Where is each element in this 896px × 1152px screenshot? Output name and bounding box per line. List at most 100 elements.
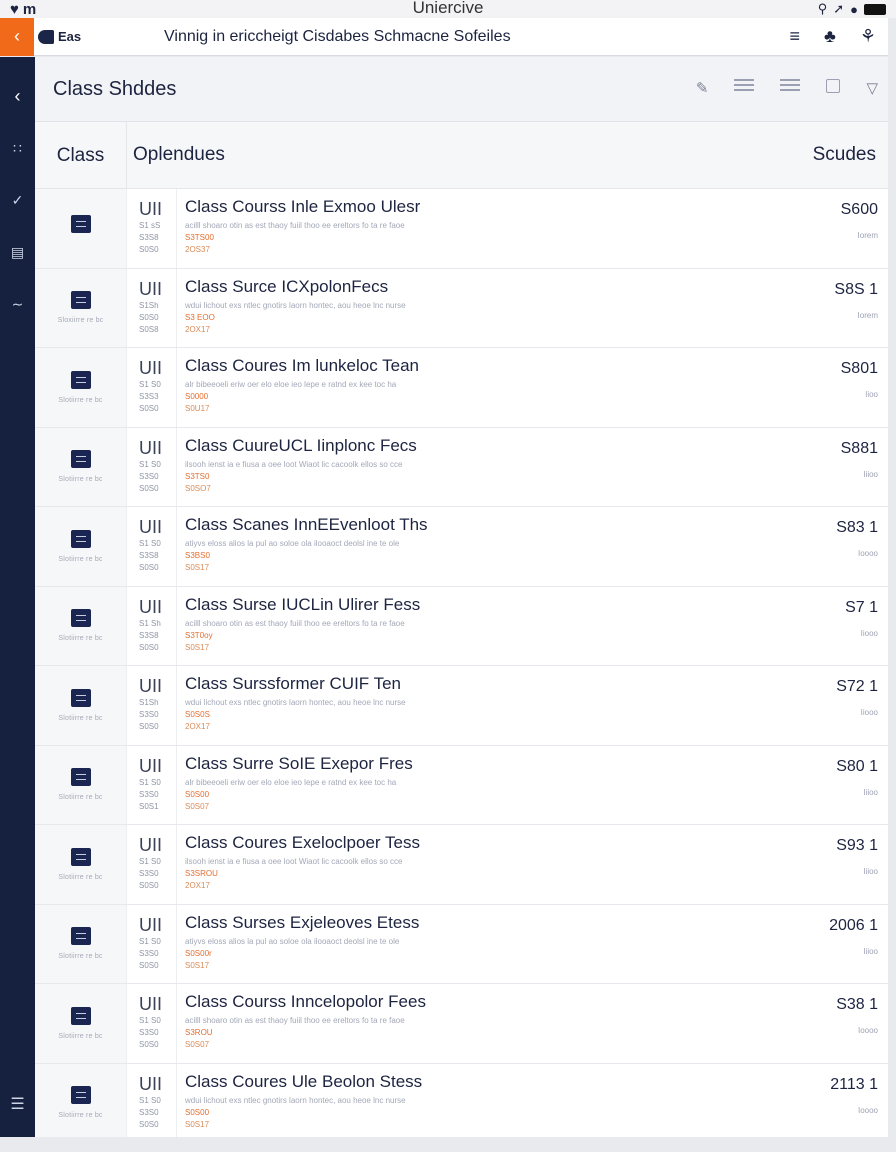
table-row[interactable]: Slotiirre re bc UII S1 S0 S3S0 S0S1 Clas… <box>35 745 888 825</box>
list-view-icon[interactable] <box>734 79 755 91</box>
table-row[interactable]: Slotiirre re bc UII S1 S0 S3S0 S0S0 Clas… <box>35 1063 888 1137</box>
course-description: atiyvs eloss alios la pul ao soloe ola i… <box>185 539 400 548</box>
course-icon <box>70 370 91 389</box>
row-info-cell: Class Surses Exjeleoves Etess atiyvs elo… <box>177 905 888 984</box>
course-tag-secondary: S0S07 <box>185 801 210 811</box>
course-sub-2: S0S0 <box>139 563 159 572</box>
table-row[interactable]: UII S1 sS S3S8 S0S0 Class Courss Inle Ex… <box>35 189 888 269</box>
course-sub-2: S0S0 <box>139 642 159 652</box>
course-title[interactable]: Class Surse IUCLin Ulirer Fess <box>185 595 888 615</box>
course-title[interactable]: Class Coures Ule Beolon Stess <box>185 1072 888 1092</box>
menu-icon[interactable]: ☰ <box>10 1091 24 1117</box>
course-icon <box>70 1006 91 1025</box>
icon-caption: Slotiirre re bc <box>58 476 103 484</box>
course-title[interactable]: Class Coures Exeloclpoer Tess <box>185 833 888 853</box>
column-header-details[interactable]: Oplendues <box>127 144 225 166</box>
course-tag: S3TS0 <box>185 471 210 481</box>
row-price-cell: S38 1 Ioooo <box>836 996 878 1035</box>
course-title[interactable]: Class Surce ICXpolonFecs <box>185 277 888 297</box>
table-row[interactable]: Slotiirre re bc UII S1 S0 S3S3 S0S0 Clas… <box>35 348 888 428</box>
row-price-cell: 2006 1 Iiioo <box>829 917 878 956</box>
table-row[interactable]: Slotiirre re bc UII S1 S0 S3S8 S0S0 Clas… <box>35 507 888 587</box>
course-code: UII <box>139 994 163 1014</box>
course-sub-1: S3S8 <box>139 551 159 560</box>
course-price: S80 1 <box>836 757 878 775</box>
course-sub-1: S0S0 <box>139 312 159 322</box>
row-code-cell: UII S1 S0 S3S8 S0S0 <box>127 507 177 586</box>
row-price-cell: S801 Iioo <box>841 360 878 399</box>
course-sub-2: S0S8 <box>139 324 159 334</box>
menu-icon[interactable]: ≡ <box>790 26 801 47</box>
course-title[interactable]: Class Surses Exjeleoves Etess <box>185 913 888 933</box>
row-info-cell: Class Courss Inncelopolor Fees acilll sh… <box>177 984 888 1063</box>
course-tag-secondary: S0S17 <box>185 960 210 970</box>
course-title[interactable]: Class Courss Inle Exmoo Ulesr <box>185 197 888 217</box>
course-sub-0: S1 S0 <box>139 936 161 946</box>
row-info-cell: Class CuureUCL Iinplonc Fecs ilsooh iens… <box>177 428 888 507</box>
price-note: Iorem <box>857 310 878 320</box>
table-row[interactable]: Slotiirre re bc UII S1 Sh S3S8 S0S0 Clas… <box>35 586 888 666</box>
column-header-class[interactable]: Class <box>35 121 127 189</box>
collapse-icon[interactable]: ‹ <box>15 83 21 109</box>
filter-icon[interactable]: ▽ <box>866 79 878 97</box>
table-row[interactable]: Slotiirre re bc UII S1 S0 S3S0 S0S0 Clas… <box>35 984 888 1064</box>
course-title[interactable]: Class CuureUCL Iinplonc Fecs <box>185 436 888 456</box>
course-price: 2006 1 <box>829 916 878 934</box>
price-note: Iiioo <box>863 867 878 876</box>
course-code: UII <box>139 596 163 617</box>
course-price: S93 1 <box>836 837 878 854</box>
table-row[interactable]: Slotiirre re bc UII S1 S0 S3S0 S0S0 Clas… <box>35 904 888 984</box>
course-sub-2: S0S0 <box>139 404 159 413</box>
course-code: UII <box>139 914 163 935</box>
compact-view-icon[interactable] <box>780 79 801 91</box>
course-tag-secondary: 2OX17 <box>185 722 210 731</box>
settings-icon[interactable]: ∼ <box>12 291 24 317</box>
dots-icon[interactable]: ∷ <box>13 135 22 161</box>
row-code-cell: UII S1Sh S0S0 S0S8 <box>127 268 177 347</box>
back-button[interactable]: ‹ <box>0 17 34 56</box>
course-tag: S3ROU <box>185 1028 213 1037</box>
course-sub-1: S3S0 <box>139 471 159 481</box>
ok-icon[interactable]: ✓ <box>12 187 24 213</box>
share-icon[interactable]: ⚘ <box>860 26 876 47</box>
course-sub-0: S1 S0 <box>139 857 161 866</box>
course-tag-secondary: S0S07 <box>185 1040 210 1049</box>
notification-icon[interactable]: ♣ <box>824 26 836 47</box>
course-sub-2: S0S0 <box>139 1040 159 1049</box>
table-row[interactable]: Slotiirre re bc UII S1 S0 S3S0 S0S0 Clas… <box>35 427 888 507</box>
nav-tab-label: Eas <box>58 29 82 44</box>
row-icon-cell <box>35 189 127 268</box>
book-icon[interactable]: ▤ <box>11 239 24 265</box>
table-row[interactable]: Sloxiirre re bc UII S1Sh S0S0 S0S8 Class… <box>35 268 888 348</box>
nav-tab[interactable]: Eas <box>38 29 81 44</box>
row-price-cell: S72 1 Iiooo <box>836 678 878 717</box>
course-title[interactable]: Class Courss Inncelopolor Fees <box>185 992 888 1012</box>
table-header: Class Oplendues Scudes <box>35 121 888 189</box>
row-code-cell: UII S1 S0 S3S0 S0S0 <box>127 427 177 506</box>
course-code: UII <box>139 278 163 299</box>
course-title[interactable]: Class Scanes InnEEvenloot Ths <box>185 515 888 535</box>
row-price-cell: S881 Iiioo <box>841 440 878 479</box>
row-info-cell: Class Coures Exeloclpoer Tess ilsooh ien… <box>177 825 888 904</box>
row-code-cell: UII S1 S0 S3S0 S0S1 <box>127 745 177 824</box>
course-title[interactable]: Class Surssformer CUIF Ten <box>185 674 888 694</box>
table-row[interactable]: Slotiirre re bc UII S1 S0 S3S0 S0S0 Clas… <box>35 825 888 905</box>
icon-caption: Slotiirre re bc <box>58 1112 103 1120</box>
row-icon-cell: Sloxiirre re bc <box>35 268 127 347</box>
course-description: ilsooh ienst ia e fiusa a oee loot Wiaot… <box>185 459 403 469</box>
pen-icon[interactable]: ✎ <box>696 79 709 97</box>
price-note: Iiioo <box>863 787 878 797</box>
course-title[interactable]: Class Coures Im lunkeloc Tean <box>185 356 888 376</box>
course-title[interactable]: Class Surre SoIE Exepor Fres <box>185 754 888 774</box>
course-code: UII <box>139 676 163 696</box>
table-row[interactable]: Slotiirre re bc UII S1Sh S3S0 S0S0 Class… <box>35 666 888 746</box>
grid-view-icon[interactable] <box>826 79 841 93</box>
price-note: Iiioo <box>863 469 878 479</box>
course-description: alr bibeeoeli eriw oer elo eloe ieo lepe… <box>185 777 397 787</box>
column-header-price[interactable]: Scudes <box>813 144 876 166</box>
course-tag-secondary: S0S17 <box>185 563 210 572</box>
course-tag: S0S00 <box>185 789 210 799</box>
icon-caption: Slotiirre re bc <box>58 794 103 802</box>
row-icon-cell: Slotiirre re bc <box>35 507 127 586</box>
icon-caption: Slotiirre re bc <box>58 396 103 404</box>
